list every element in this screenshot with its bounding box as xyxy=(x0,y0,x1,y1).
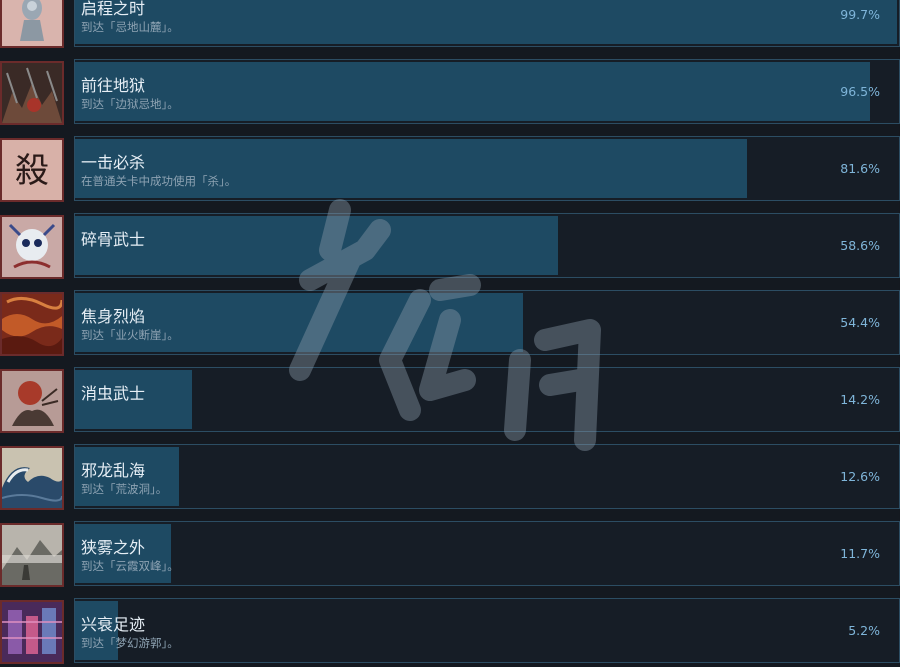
hell-gate-icon xyxy=(0,61,64,125)
achievement-title: 启程之时 xyxy=(81,0,146,18)
great-wave-icon xyxy=(0,446,64,510)
achievement-title: 邪龙乱海 xyxy=(81,461,146,480)
achievement-description: 到达「梦幻游郭」。 xyxy=(81,636,179,650)
progress-fill xyxy=(75,139,748,198)
progress-bar: 狭雾之外 到达「云霞双峰」。 11.7% xyxy=(74,521,900,586)
svg-text:殺: 殺 xyxy=(15,151,49,191)
achievement-percent: 14.2% xyxy=(840,392,880,407)
achievement-percent: 54.4% xyxy=(840,315,880,330)
pleasure-quarter-icon xyxy=(0,600,64,664)
achievement-title: 焦身烈焰 xyxy=(81,307,146,326)
progress-bar: 前往地狱 到达「边狱忌地」。 96.5% xyxy=(74,59,900,124)
achievement-title: 一击必杀 xyxy=(81,153,146,172)
misty-peaks-icon xyxy=(0,523,64,587)
skeleton-samurai-icon xyxy=(0,215,64,279)
achievement-row[interactable]: 殺 一击必杀 在普通关卡中成功使用「杀」。 81.6% xyxy=(0,136,900,213)
achievement-description: 在普通关卡中成功使用「杀」。 xyxy=(81,174,237,188)
achievement-description: 到达「云霞双峰」。 xyxy=(81,559,179,573)
progress-bar: 焦身烈焰 到达「业火断崖」。 54.4% xyxy=(74,290,900,355)
progress-bar: 邪龙乱海 到达「荒波洞」。 12.6% xyxy=(74,444,900,509)
achievement-description: 到达「荒波洞」。 xyxy=(81,482,168,496)
achievement-row[interactable]: 狭雾之外 到达「云霞双峰」。 11.7% xyxy=(0,521,900,598)
achievement-row[interactable]: 前往地狱 到达「边狱忌地」。 96.5% xyxy=(0,59,900,136)
achievement-description: 到达「边狱忌地」。 xyxy=(81,97,179,111)
achievement-list: 启程之时 到达「忌地山麓」。 99.7% 前往地狱 到达「边狱忌地」。 96.5… xyxy=(0,0,900,664)
flame-cliff-icon xyxy=(0,292,64,356)
progress-bar: 一击必杀 在普通关卡中成功使用「杀」。 81.6% xyxy=(74,136,900,201)
achievement-row[interactable]: 碎骨武士 58.6% xyxy=(0,213,900,290)
achievement-percent: 99.7% xyxy=(840,7,880,22)
priestess-statue-icon xyxy=(0,0,64,48)
achievement-row[interactable]: 焦身烈焰 到达「业火断崖」。 54.4% xyxy=(0,290,900,367)
achievement-title: 兴衰足迹 xyxy=(81,615,146,634)
progress-bar: 消虫武士 14.2% xyxy=(74,367,900,432)
achievement-percent: 81.6% xyxy=(840,161,880,176)
achievement-title: 消虫武士 xyxy=(81,384,146,403)
progress-fill xyxy=(75,0,897,44)
achievement-description: 到达「忌地山麓」。 xyxy=(81,20,179,34)
progress-fill xyxy=(75,62,871,121)
progress-bar: 兴衰足迹 到达「梦幻游郭」。 5.2% xyxy=(74,598,900,663)
bug-samurai-icon xyxy=(0,369,64,433)
achievement-description: 到达「业火断崖」。 xyxy=(81,328,179,342)
achievement-row[interactable]: 启程之时 到达「忌地山麓」。 99.7% xyxy=(0,0,900,59)
achievement-percent: 96.5% xyxy=(840,84,880,99)
achievement-row[interactable]: 消虫武士 14.2% xyxy=(0,367,900,444)
achievement-title: 碎骨武士 xyxy=(81,230,146,249)
kill-kanji-icon: 殺 xyxy=(0,138,64,202)
progress-bar: 启程之时 到达「忌地山麓」。 99.7% xyxy=(74,0,900,47)
achievement-percent: 12.6% xyxy=(840,469,880,484)
achievement-percent: 58.6% xyxy=(840,238,880,253)
achievement-percent: 11.7% xyxy=(840,546,880,561)
achievement-title: 狭雾之外 xyxy=(81,538,146,557)
achievement-row[interactable]: 兴衰足迹 到达「梦幻游郭」。 5.2% xyxy=(0,598,900,667)
achievement-row[interactable]: 邪龙乱海 到达「荒波洞」。 12.6% xyxy=(0,444,900,521)
progress-fill xyxy=(75,216,558,275)
achievement-title: 前往地狱 xyxy=(81,76,146,95)
progress-bar: 碎骨武士 58.6% xyxy=(74,213,900,278)
achievement-percent: 5.2% xyxy=(848,623,880,638)
